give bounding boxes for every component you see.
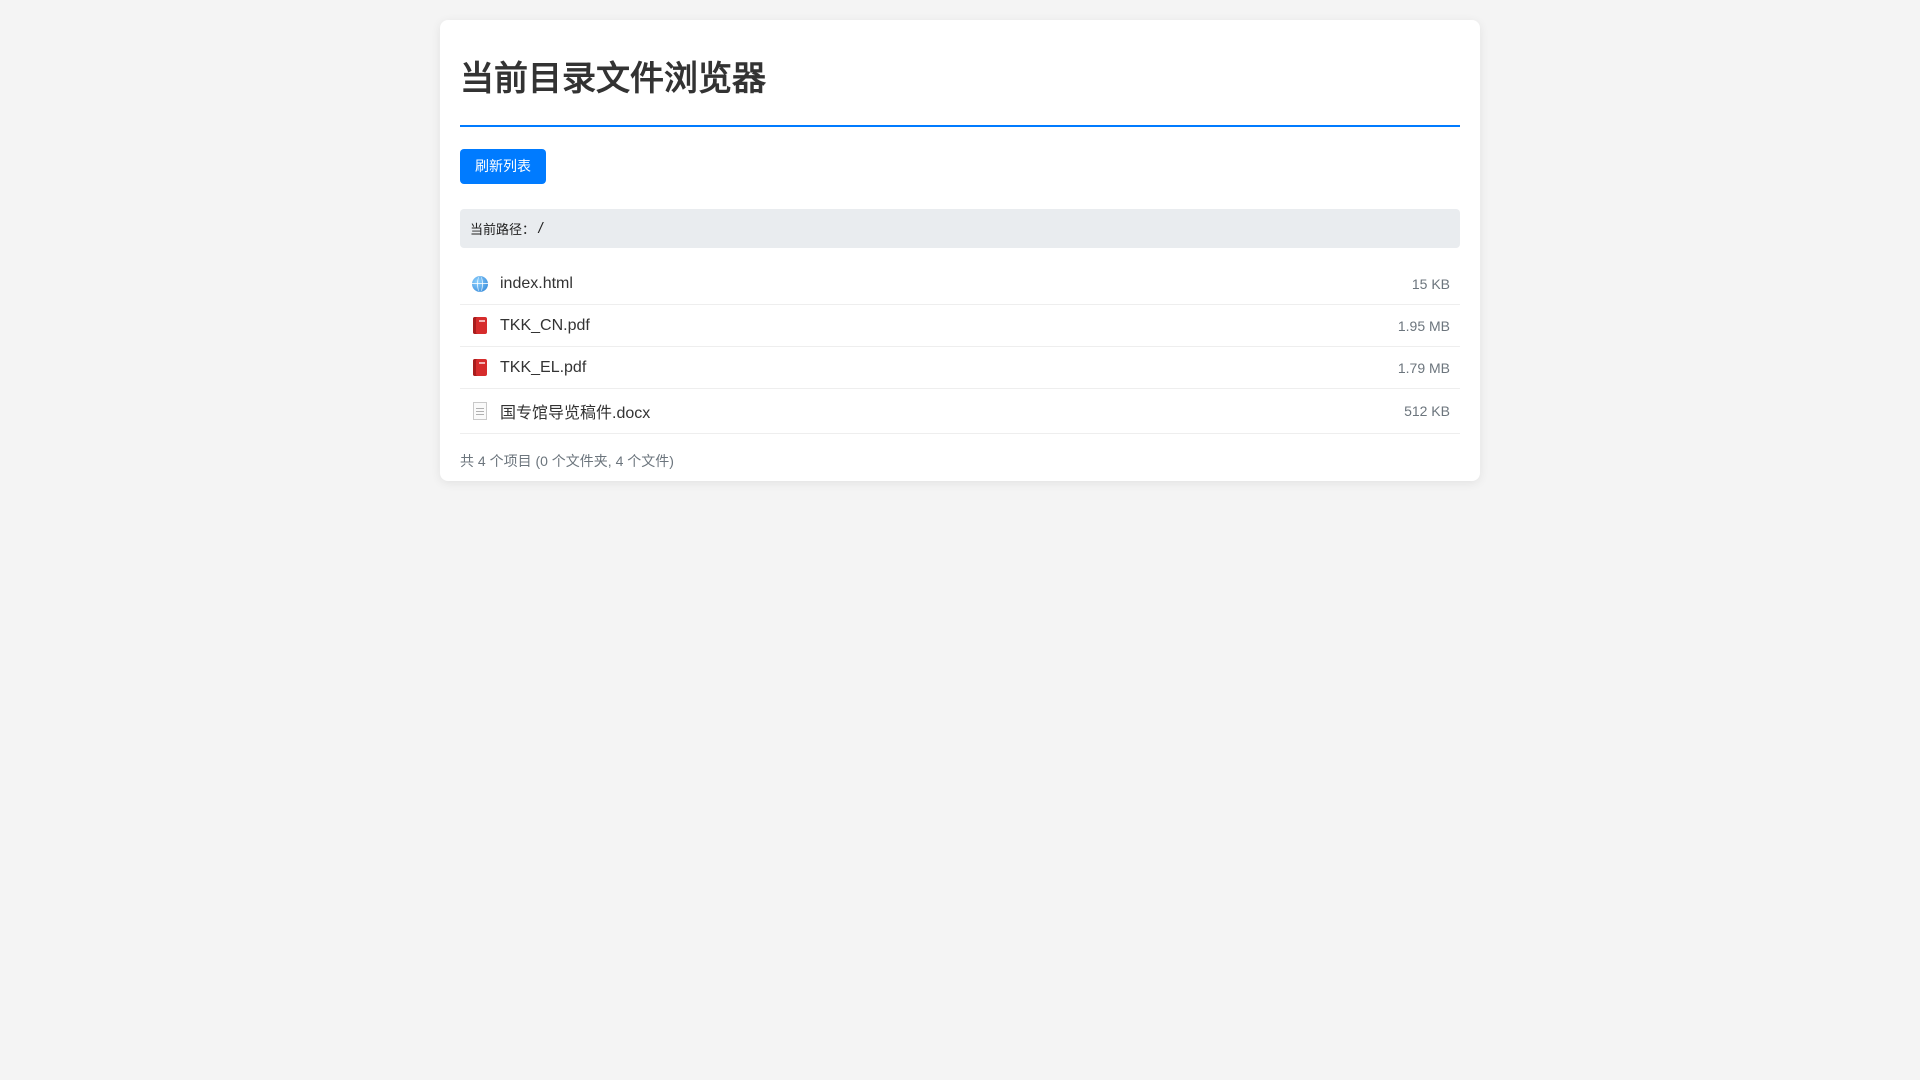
file-size: 512 KB — [1404, 403, 1450, 419]
file-row-index-html[interactable]: index.html 15 KB — [460, 263, 1460, 305]
file-row-tkk-el-pdf[interactable]: TKK_EL.pdf 1.79 MB — [460, 347, 1460, 389]
red-book-icon — [470, 358, 490, 378]
globe-icon — [470, 274, 490, 294]
path-value: / — [537, 221, 545, 236]
file-row-tkk-cn-pdf[interactable]: TKK_CN.pdf 1.95 MB — [460, 305, 1460, 347]
file-name: 国专馆导览稿件.docx — [500, 405, 651, 422]
file-size: 1.95 MB — [1397, 317, 1450, 334]
file-row-docx[interactable]: 国专馆导览稿件.docx 512 KB — [460, 389, 1460, 434]
file-size: 15 KB — [1411, 275, 1450, 292]
current-path-bar: 当前路径： / — [460, 209, 1460, 248]
file-list: index.html 15 KB TKK_CN.pdf 1.95 MB TKK_… — [460, 263, 1460, 434]
file-name: index.html — [500, 274, 573, 292]
red-book-icon — [470, 316, 490, 336]
page-title: 当前目录文件浏览器 — [460, 20, 1460, 127]
document-icon — [470, 401, 490, 421]
refresh-button[interactable]: 刷新列表 — [460, 149, 546, 184]
toolbar: 刷新列表 — [460, 149, 1460, 184]
item-count-summary: 共 4 个项目 (0 个文件夹, 4 个文件) — [460, 453, 674, 469]
file-browser-panel: 当前目录文件浏览器 刷新列表 当前路径： / index.html 15 KB … — [440, 20, 1480, 481]
file-size: 1.79 MB — [1397, 359, 1450, 376]
path-label: 当前路径： — [470, 223, 536, 238]
file-name: TKK_CN.pdf — [500, 316, 590, 334]
file-name: TKK_EL.pdf — [500, 358, 587, 376]
